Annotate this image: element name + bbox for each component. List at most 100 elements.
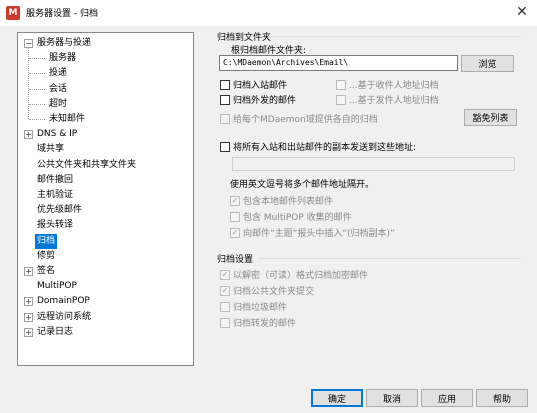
tree-item[interactable]: 公共文件夹和共享文件夹 (18, 158, 193, 173)
checkbox-box (230, 211, 240, 222)
root-folder-input[interactable]: C:\MDaemon\Archives\Email\ (219, 55, 458, 71)
browse-button[interactable]: 浏览 (461, 55, 514, 72)
tree-item-label: 服务器与投递 (37, 38, 92, 48)
tree-item-label: 投递 (49, 68, 68, 79)
archive-by-recipient-checkbox[interactable]: ...基于收件人地址归档 (336, 78, 439, 91)
tree-item[interactable]: + DNS & IP (18, 127, 193, 142)
group-divider (258, 258, 521, 259)
checkbox-box: ✓ (230, 227, 240, 238)
tree-item[interactable]: 报头转译 (18, 218, 193, 233)
checkbox-box (220, 141, 230, 152)
checkbox-box (336, 79, 346, 90)
tree-item[interactable]: 主机验证 (18, 188, 193, 203)
tree-item-label: 超时 (49, 98, 68, 109)
group-title-archive-folder: 归档到文件夹 (217, 33, 272, 43)
tree-item[interactable]: 投递 (18, 66, 193, 81)
tree-item[interactable]: 归档 (18, 233, 193, 249)
expand-icon[interactable]: + (24, 130, 33, 140)
tree-item-label: 邮件撤回 (37, 174, 74, 185)
expand-icon[interactable]: + (24, 267, 33, 276)
send-copies-label: 将所有入站和出站邮件的副本发送到这些地址: (233, 143, 417, 153)
archive-public-folder-label: 归档公共文件夹提交 (233, 287, 315, 297)
include-local-list-label: 包含本地邮件列表邮件 (243, 197, 334, 207)
tree-item-label: DNS & IP (37, 129, 78, 140)
checkbox-box: ✓ (230, 195, 240, 206)
tree-guide-line (29, 58, 45, 60)
settings-tree[interactable]: − 服务器与投递 服务器 投递 会话 超时 未知邮件 + DNS & IP 域共享 公共文件夹和共享… (17, 32, 194, 366)
tree-guide-line (29, 73, 45, 75)
archive-outbound-checkbox[interactable]: 归档外发的邮件 (220, 93, 296, 106)
tree-item-label: 归档 (35, 233, 58, 249)
window-title: 服务器设置 - 归档 (26, 9, 98, 19)
tree-item-label: 会话 (49, 83, 68, 94)
tree-item[interactable]: 修剪 (18, 249, 193, 264)
archive-by-recipient-label: ...基于收件人地址归档 (349, 81, 439, 91)
checkbox-box: ✓ (220, 285, 230, 296)
title-bar: M 服务器设置 - 归档 ✕ (0, 0, 537, 26)
checkbox-box: ✓ (220, 269, 230, 280)
tree-item-label: 服务器 (49, 53, 77, 64)
tree-item[interactable]: + 记录日志 (18, 325, 193, 340)
exempt-list-button[interactable]: 豁免列表 (464, 109, 517, 126)
checkbox-box (220, 301, 230, 312)
per-domain-archive-label: 给每个MDaemon域提供各自的归档 (233, 115, 378, 125)
tree-item[interactable]: 未知邮件 (18, 112, 193, 127)
tree-item[interactable]: 邮件撤回 (18, 173, 193, 188)
help-button[interactable]: 帮助 (476, 389, 528, 407)
insert-subject-checkbox[interactable]: ✓ 向邮件“主题”报头中插入“(归档副本)” (230, 226, 395, 239)
archive-forwarded-label: 归档转发的邮件 (233, 319, 297, 329)
tree-item-label: 远程访问系统 (37, 311, 92, 322)
archive-spam-label: 归档垃圾邮件 (233, 303, 288, 313)
per-domain-archive-checkbox[interactable]: 给每个MDaemon域提供各自的归档 (220, 112, 378, 125)
expand-icon[interactable]: + (24, 297, 33, 307)
tree-guide-line (29, 103, 45, 105)
tree-item-label: MultiPOP (37, 281, 77, 292)
insert-subject-label: 向邮件“主题”报头中插入“(归档副本)” (243, 229, 395, 239)
decrypted-form-checkbox[interactable]: ✓ 以解密（可读）格式归档加密邮件 (220, 268, 368, 281)
archive-forwarded-checkbox[interactable]: 归档转发的邮件 (220, 316, 296, 329)
decrypted-form-label: 以解密（可读）格式归档加密邮件 (233, 271, 369, 281)
tree-item[interactable]: 会话 (18, 82, 193, 97)
cancel-button[interactable]: 取消 (366, 389, 418, 407)
close-icon[interactable]: ✕ (507, 0, 537, 24)
tree-item-label: 报头转译 (37, 220, 74, 231)
archive-spam-checkbox[interactable]: 归档垃圾邮件 (220, 300, 287, 313)
tree-item[interactable]: 超时 (18, 97, 193, 112)
include-local-list-checkbox[interactable]: ✓ 包含本地邮件列表邮件 (230, 194, 333, 207)
tree-item[interactable]: + 签名 (18, 264, 193, 279)
tree-item[interactable]: + DomainPOP (18, 294, 193, 309)
group-divider (268, 36, 521, 37)
archive-by-sender-checkbox[interactable]: ...基于发件人地址归档 (336, 93, 439, 106)
apply-button[interactable]: 应用 (421, 389, 473, 407)
archive-outbound-label: 归档外发的邮件 (233, 96, 297, 106)
tree-item-label: DomainPOP (37, 296, 90, 307)
send-copies-checkbox[interactable]: 将所有入站和出站邮件的副本发送到这些地址: (220, 140, 416, 153)
include-multipop-checkbox[interactable]: 包含 MultiPOP 收集的邮件 (230, 210, 352, 223)
archive-by-sender-label: ...基于发件人地址归档 (349, 96, 439, 106)
tree-item[interactable]: − 服务器与投递 (18, 36, 193, 51)
checkbox-box (220, 113, 230, 124)
tree-item-label: 域共享 (37, 144, 65, 155)
tree-item[interactable]: + 远程访问系统 (18, 310, 193, 325)
checkbox-box (220, 79, 230, 90)
group-title-archive-settings: 归档设置 (217, 255, 254, 265)
tree-item[interactable]: MultiPOP (18, 279, 193, 294)
tree-item-label: 公共文件夹和共享文件夹 (37, 159, 137, 170)
separator-note: 使用英文逗号将多个邮件地址隔开。 (230, 180, 375, 190)
tree-guide-line (29, 119, 45, 120)
tree-item[interactable]: 服务器 (18, 51, 193, 66)
ok-button[interactable]: 确定 (311, 389, 363, 407)
expand-icon[interactable]: + (24, 327, 33, 337)
collapse-icon[interactable]: − (24, 39, 33, 48)
tree-item-label: 优先级邮件 (37, 205, 83, 216)
tree-item[interactable]: 优先级邮件 (18, 203, 193, 218)
tree-guide-line (29, 88, 45, 90)
tree-item[interactable]: 域共享 (18, 142, 193, 157)
tree-item-label: 记录日志 (37, 326, 74, 337)
archive-inbound-checkbox[interactable]: 归档入站邮件 (220, 78, 287, 91)
copy-addresses-input[interactable] (232, 157, 515, 171)
archive-public-folder-checkbox[interactable]: ✓ 归档公共文件夹提交 (220, 284, 314, 297)
app-icon: M (6, 6, 20, 20)
expand-icon[interactable]: + (24, 312, 33, 322)
checkbox-box (220, 317, 230, 328)
